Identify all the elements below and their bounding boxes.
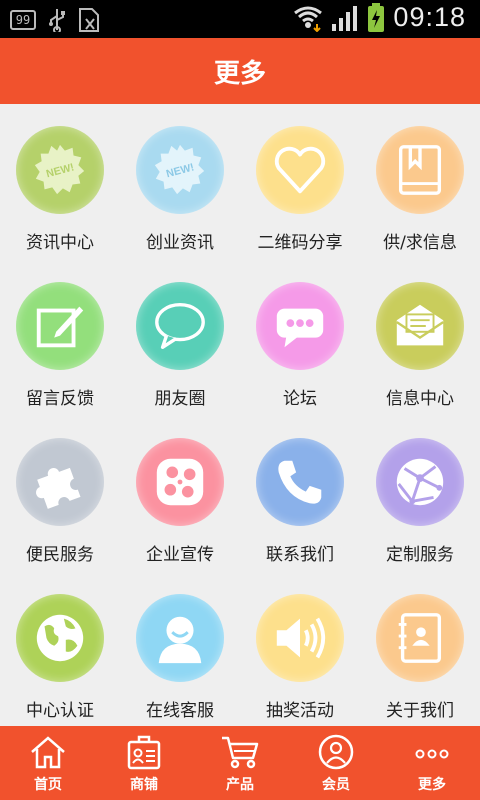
lottery-tile[interactable] <box>256 594 344 682</box>
grid-item-certification[interactable]: 中心认证 <box>0 572 120 726</box>
forum-tile[interactable] <box>256 282 344 370</box>
grid-item-label: 关于我们 <box>386 701 454 721</box>
grid-item-custom-service[interactable]: 定制服务 <box>360 416 480 572</box>
grid-item-label: 企业宣传 <box>146 545 214 565</box>
grid-item-forum[interactable]: 论坛 <box>240 260 360 416</box>
grid-item-friends-circle[interactable]: 朋友圈 <box>120 260 240 416</box>
info-center-tile[interactable] <box>376 282 464 370</box>
envelope-icon <box>396 304 444 346</box>
cart-icon <box>222 736 259 769</box>
grid-item-news-center[interactable]: NEW! 资讯中心 <box>0 104 120 260</box>
online-service-tile[interactable] <box>136 594 224 682</box>
convenience-tile[interactable] <box>16 438 104 526</box>
grid-item-label: 在线客服 <box>146 701 214 721</box>
puzzle-icon <box>36 467 81 509</box>
friends-circle-tile[interactable] <box>136 282 224 370</box>
grid-item-contact-us[interactable]: 联系我们 <box>240 416 360 572</box>
user-avatar-icon <box>158 616 202 664</box>
grid-item-label: 定制服务 <box>386 545 454 565</box>
sim-icon <box>79 8 99 32</box>
globe-icon <box>36 614 84 662</box>
status-bar: 99 09:18 <box>0 0 480 38</box>
grid-item-info-center[interactable]: 信息中心 <box>360 260 480 416</box>
speaker-icon <box>276 617 326 659</box>
usb-icon <box>49 9 65 32</box>
grid-item-label: 供/求信息 <box>383 233 457 253</box>
film-reel-icon <box>156 458 204 506</box>
edit-note-icon <box>36 306 84 348</box>
nav-label-member: 会员 <box>322 777 350 793</box>
grid-item-supply-demand[interactable]: 供/求信息 <box>360 104 480 260</box>
heart-icon <box>274 146 326 194</box>
grid-item-label: 抽奖活动 <box>266 701 334 721</box>
grid-item-label: 创业资讯 <box>146 233 214 253</box>
startup-news-tile[interactable]: NEW! <box>136 126 224 214</box>
feedback-tile[interactable] <box>16 282 104 370</box>
shop-id-icon <box>127 735 161 770</box>
nav-item-shop[interactable]: 商铺 <box>96 726 192 800</box>
grid-item-label: 朋友圈 <box>154 389 206 409</box>
grid-item-label: 留言反馈 <box>26 389 94 409</box>
page-title: 更多 <box>213 58 266 89</box>
status-time: 09:18 <box>393 2 466 32</box>
nav-item-more[interactable]: 更多 <box>384 726 480 800</box>
nav-item-home[interactable]: 首页 <box>0 726 96 800</box>
about-us-tile[interactable] <box>376 594 464 682</box>
nav-label-shop: 商铺 <box>130 777 158 793</box>
nav-item-products[interactable]: 产品 <box>192 726 288 800</box>
contacts-book-icon <box>398 613 442 663</box>
grid-item-lottery[interactable]: 抽奖活动 <box>240 572 360 726</box>
notification-badge: 99 <box>10 10 36 30</box>
grid-item-about-us[interactable]: 关于我们 <box>360 572 480 726</box>
grid-item-label: 便民服务 <box>26 545 94 565</box>
feature-grid: NEW! 资讯中心 NEW! 创业资讯 二维码分享 供/求信息 留言反馈 朋友圈 <box>0 104 480 726</box>
certification-tile[interactable] <box>16 594 104 682</box>
phone-icon <box>278 460 322 504</box>
nav-label-products: 产品 <box>226 777 254 793</box>
member-icon <box>318 734 354 770</box>
speech-dots-icon <box>276 308 324 348</box>
supply-demand-tile[interactable] <box>376 126 464 214</box>
grid-item-label: 中心认证 <box>26 701 94 721</box>
more-dots-icon <box>415 749 449 759</box>
promotion-tile[interactable] <box>136 438 224 526</box>
nav-item-member[interactable]: 会员 <box>288 726 384 800</box>
grid-item-promotion[interactable]: 企业宣传 <box>120 416 240 572</box>
contact-us-tile[interactable] <box>256 438 344 526</box>
network-globe-icon <box>396 458 444 506</box>
grid-item-convenience[interactable]: 便民服务 <box>0 416 120 572</box>
grid-item-startup-news[interactable]: NEW! 创业资讯 <box>120 104 240 260</box>
grid-item-qr-share[interactable]: 二维码分享 <box>240 104 360 260</box>
bottom-nav: 首页 商铺 产品 会员 更多 <box>0 726 480 800</box>
home-icon <box>31 736 65 769</box>
battery-charging-icon <box>368 2 385 32</box>
nav-label-more: 更多 <box>418 777 446 793</box>
grid-item-online-service[interactable]: 在线客服 <box>120 572 240 726</box>
grid-item-label: 联系我们 <box>266 545 334 565</box>
new-badge-icon: NEW! <box>34 144 85 195</box>
custom-service-tile[interactable] <box>376 438 464 526</box>
grid-item-label: 资讯中心 <box>26 233 94 253</box>
news-center-tile[interactable]: NEW! <box>16 126 104 214</box>
grid-item-label: 信息中心 <box>386 389 454 409</box>
signal-icon <box>332 5 358 31</box>
new-badge-icon: NEW! <box>154 144 205 195</box>
app-header: 更多 <box>0 38 480 104</box>
chat-bubble-icon <box>155 303 205 349</box>
nav-label-home: 首页 <box>34 777 62 793</box>
grid-item-label: 二维码分享 <box>257 233 343 253</box>
wifi-icon <box>294 6 323 32</box>
grid-item-label: 论坛 <box>283 389 317 409</box>
grid-item-feedback[interactable]: 留言反馈 <box>0 260 120 416</box>
qr-share-tile[interactable] <box>256 126 344 214</box>
book-icon <box>398 145 442 195</box>
